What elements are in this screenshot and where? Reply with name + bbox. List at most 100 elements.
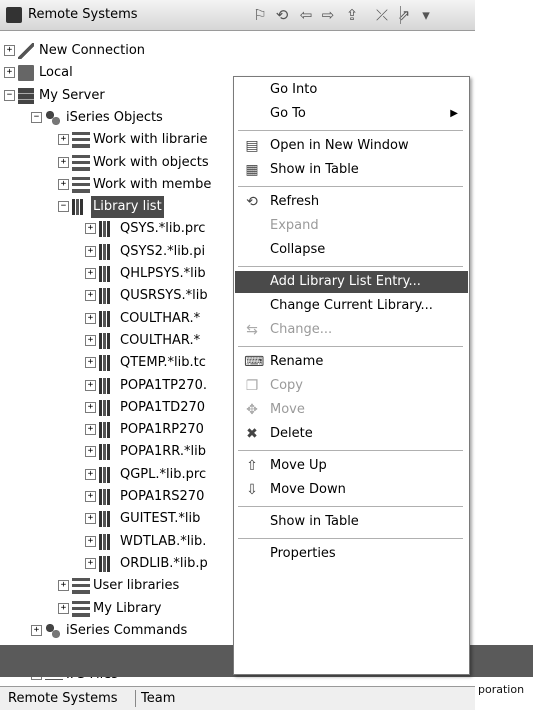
expand-toggle[interactable]: +	[4, 67, 15, 79]
rename-icon: ⌨	[244, 354, 265, 370]
menu-item-label: Properties	[270, 546, 336, 561]
tree-item-label: ORDLIB.*lib.p	[120, 555, 208, 571]
menu-item-label: Open in New Window	[270, 138, 409, 153]
library-icon	[99, 533, 115, 550]
menu-item-label: Go Into	[270, 82, 318, 97]
view-tab-bar: Remote Systems Team	[0, 686, 475, 710]
expand-toggle[interactable]: +	[85, 312, 96, 324]
refresh-sync-icon[interactable]: ⟲	[272, 6, 292, 24]
move-down-icon: ⇩	[246, 482, 258, 498]
expand-toggle[interactable]: +	[4, 45, 15, 56]
menu-item-move-up[interactable]: ⇧ Move Up	[235, 455, 468, 477]
tree-item-label: QUSRSYS.*lib	[120, 288, 208, 304]
view-titlebar: Remote Systems ⚐ ⟲ ⇦ ⇨ ⇪ ⤫ ⇗ ▾	[0, 0, 475, 31]
menu-item-move-down[interactable]: ⇩ Move Down	[235, 479, 468, 501]
menu-item-label: Add Library List Entry...	[270, 274, 421, 289]
filter-icon	[72, 578, 90, 595]
tree-item-label: QTEMP.*lib.tc	[120, 355, 206, 371]
library-current-icon	[99, 310, 115, 327]
expand-toggle[interactable]: +	[85, 357, 96, 369]
expand-toggle[interactable]: +	[85, 424, 96, 436]
menu-item-show-in-table[interactable]: ▦ Show in Table	[235, 159, 468, 181]
menu-item-go-into[interactable]: Go Into	[235, 79, 468, 101]
tree-item-label: Work with librarie	[93, 132, 208, 148]
menu-item-label: Collapse	[270, 242, 326, 257]
library-icon	[99, 266, 115, 282]
expand-toggle[interactable]: +	[58, 134, 69, 146]
tab-team[interactable]: Team	[137, 689, 179, 708]
library-icon	[99, 332, 115, 349]
menu-item-label: Rename	[270, 354, 324, 369]
expand-toggle[interactable]: +	[85, 513, 96, 525]
menu-separator	[238, 506, 463, 507]
library-icon	[99, 377, 115, 394]
link-icon[interactable]: ⚐	[250, 6, 270, 24]
forward-icon[interactable]: ⇨	[318, 6, 338, 24]
menu-item-refresh[interactable]: ⟲ Refresh	[235, 191, 468, 213]
tab-remote-systems[interactable]: Remote Systems	[4, 689, 122, 708]
menu-item-go-to[interactable]: Go To ▶	[235, 103, 468, 125]
menu-item-label: Change...	[270, 322, 333, 337]
expand-toggle[interactable]: +	[85, 446, 96, 458]
menu-item-add-library-list-entry[interactable]: Add Library List Entry...	[235, 271, 468, 293]
background-corporation-text: poration	[478, 683, 525, 696]
tree-item[interactable]: + New Connection	[0, 40, 475, 62]
collapse-toggle[interactable]: −	[4, 89, 15, 101]
expand-toggle[interactable]: +	[85, 334, 96, 346]
menu-item-collapse[interactable]: Collapse	[235, 239, 468, 261]
tree-item-label: QGPL.*lib.prc	[120, 466, 207, 482]
menu-item-rename[interactable]: ⌨ Rename	[235, 351, 468, 373]
connection-icon	[18, 43, 34, 59]
menu-item-delete[interactable]: ✖ Delete	[235, 423, 468, 445]
menu-item-label: Expand	[270, 218, 319, 233]
collapse-toggle[interactable]: −	[58, 201, 69, 213]
expand-toggle[interactable]: +	[85, 223, 96, 235]
menu-item-properties[interactable]: Properties	[235, 543, 468, 565]
expand-toggle[interactable]: +	[85, 557, 96, 569]
filter-icon	[72, 176, 90, 193]
change-icon: ⇆	[246, 322, 258, 338]
menu-item-change: ⇆ Change...	[235, 319, 468, 341]
expand-toggle[interactable]: +	[85, 379, 96, 391]
menu-separator	[238, 346, 463, 347]
expand-toggle[interactable]: +	[85, 535, 96, 547]
view-menu-icon[interactable]: ▾	[416, 6, 436, 24]
move-icon: ✥	[246, 402, 258, 418]
delete-icon: ✖	[246, 426, 258, 442]
collapse-toggle[interactable]: −	[31, 111, 42, 123]
menu-item-expand: Expand	[235, 215, 468, 237]
expand-toggle[interactable]: +	[85, 491, 96, 502]
expand-toggle[interactable]: +	[58, 602, 69, 614]
menu-item-label: Copy	[270, 378, 303, 393]
tree-item-label: iSeries Objects	[66, 109, 163, 125]
objects-icon	[45, 109, 61, 126]
collapse-all-icon[interactable]: ⤫	[372, 6, 392, 24]
library-icon	[99, 243, 115, 260]
menu-separator	[238, 538, 463, 539]
library-icon	[99, 555, 115, 572]
menu-item-show-in-table[interactable]: Show in Table	[235, 511, 468, 533]
up-icon[interactable]: ⇪	[342, 6, 362, 24]
expand-toggle[interactable]: +	[58, 178, 69, 190]
menu-item-label: Move Down	[270, 482, 346, 497]
tree-item-label: iSeries Commands	[66, 622, 188, 638]
tree-item-label: QHLPSYS.*lib	[120, 266, 206, 281]
expand-toggle[interactable]: +	[85, 401, 96, 413]
remote-systems-icon	[6, 7, 22, 23]
tree-item-label: WDTLAB.*lib.	[120, 533, 207, 549]
context-menu: Go Into Go To ▶ ▤ Open in New Window ▦ Show in…	[233, 76, 470, 675]
expand-toggle[interactable]: +	[85, 268, 96, 279]
link-with-editor-icon[interactable]: ⇗	[394, 6, 414, 24]
menu-item-change-current-library[interactable]: Change Current Library...	[235, 295, 468, 317]
menu-item-copy: ❐ Copy	[235, 375, 468, 397]
expand-toggle[interactable]: +	[58, 580, 69, 592]
menu-item-open-in-new-window[interactable]: ▤ Open in New Window	[235, 135, 468, 157]
expand-toggle[interactable]: +	[58, 156, 69, 168]
expand-toggle[interactable]: +	[85, 245, 96, 257]
expand-toggle[interactable]: +	[31, 624, 42, 636]
expand-toggle[interactable]: +	[85, 468, 96, 480]
back-icon[interactable]: ⇦	[296, 6, 316, 24]
expand-toggle[interactable]: +	[85, 290, 96, 302]
menu-separator	[238, 130, 463, 131]
menu-item-label: Show in Table	[270, 162, 359, 177]
